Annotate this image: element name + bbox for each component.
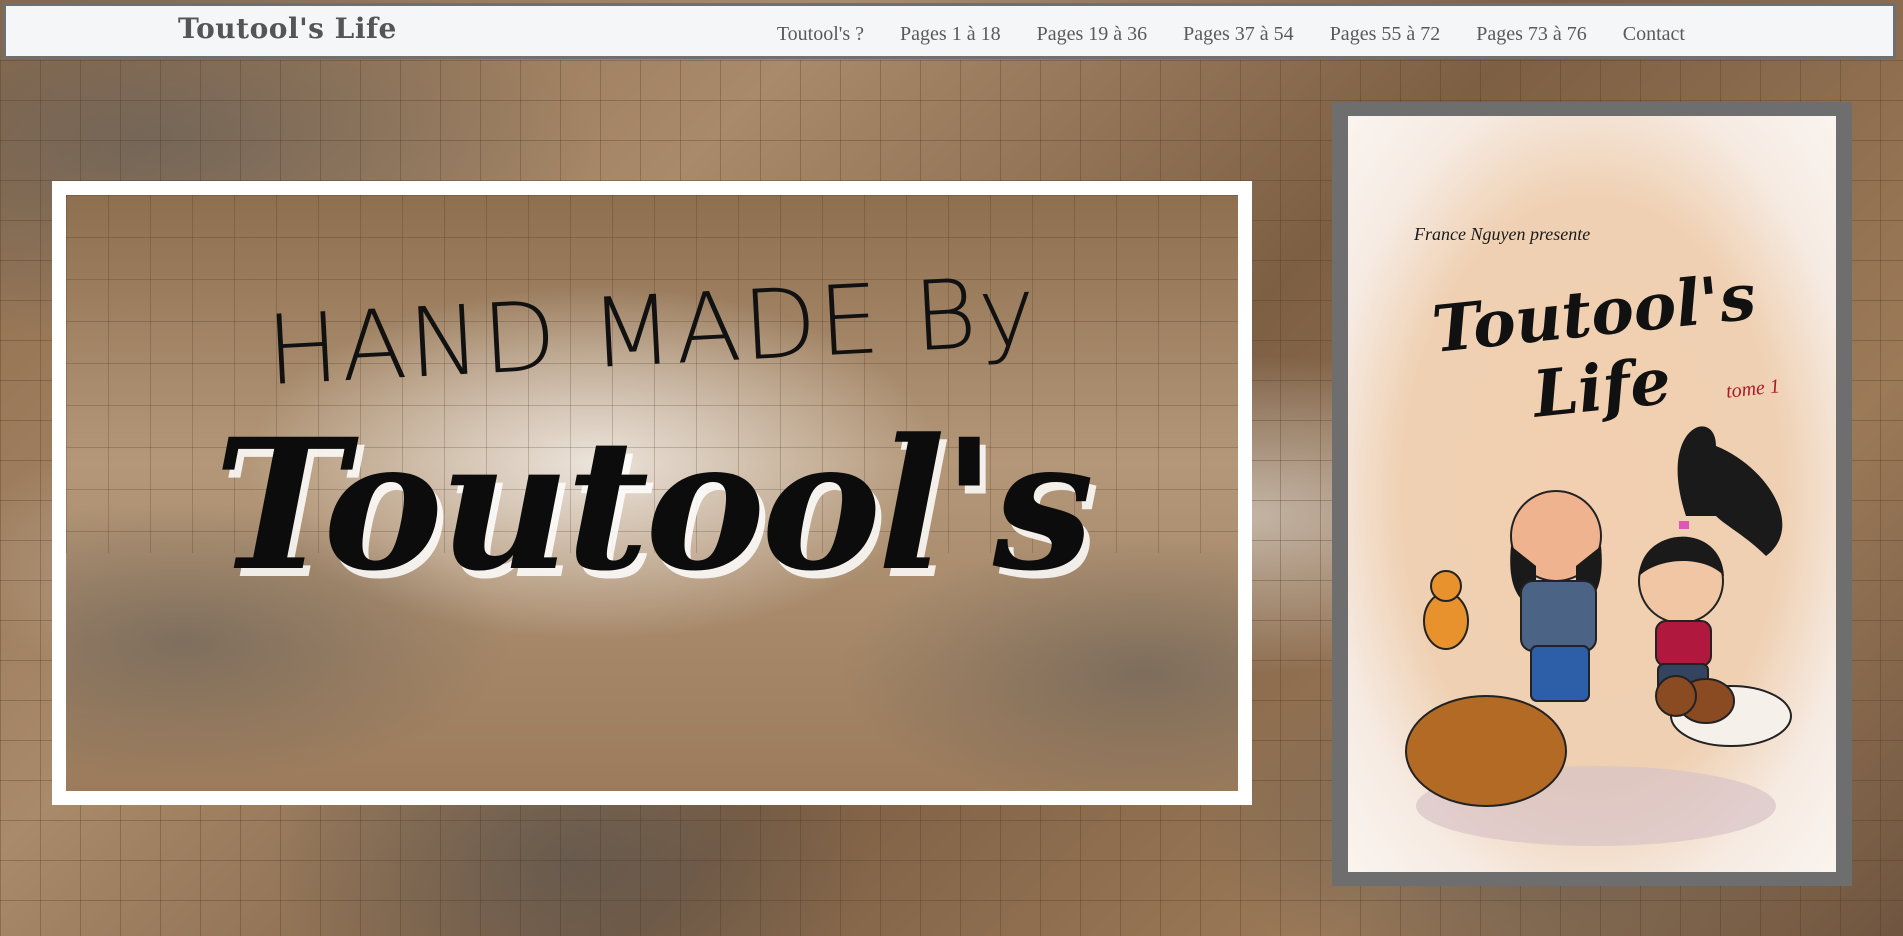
nav-item-pages-19-36[interactable]: Pages 19 à 36 — [1019, 19, 1166, 50]
cover-characters-illustration — [1405, 426, 1792, 846]
nav-item-contact[interactable]: Contact — [1605, 19, 1703, 50]
nav-item-pages-73-76[interactable]: Pages 73 à 76 — [1458, 19, 1605, 50]
hero-handmade-text: HAND MADE By — [263, 254, 1041, 408]
book-cover-frame: France Nguyen presente Toutool's Life to… — [1332, 102, 1852, 886]
top-navbar: Toutool's Life Toutool's ? Pages 1 à 18 … — [3, 3, 1896, 59]
nav-item-pages-55-72[interactable]: Pages 55 à 72 — [1312, 19, 1459, 50]
hero-banner-frame: HAND MADE By Toutool's — [52, 181, 1252, 805]
nav-item-pages-1-18[interactable]: Pages 1 à 18 — [882, 19, 1019, 50]
brand-logo-link[interactable]: Toutool's Life — [178, 12, 397, 45]
hero-toutools-text: Toutool's — [213, 400, 1094, 611]
hero-banner-image: HAND MADE By Toutool's — [66, 195, 1238, 791]
nav-menu: Toutool's ? Pages 1 à 18 Pages 19 à 36 P… — [759, 19, 1703, 50]
nav-item-toutools[interactable]: Toutool's ? — [759, 19, 882, 50]
nav-item-pages-37-54[interactable]: Pages 37 à 54 — [1165, 19, 1312, 50]
cover-author-line: France Nguyen presente — [1414, 224, 1591, 244]
book-cover-image: France Nguyen presente Toutool's Life to… — [1348, 116, 1836, 872]
